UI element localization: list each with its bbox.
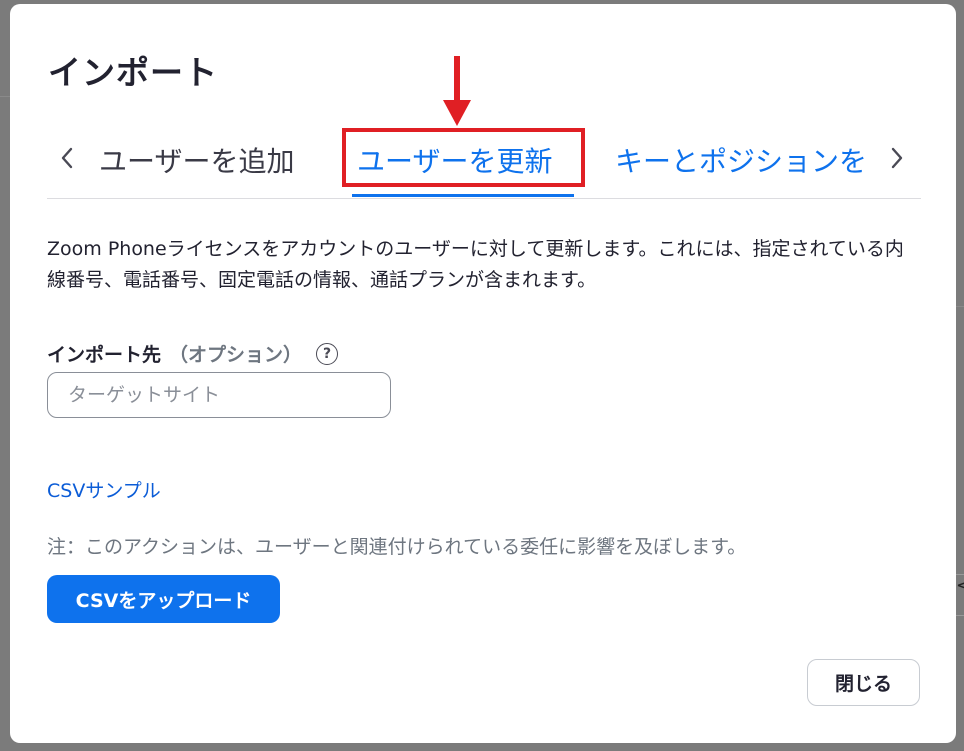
tab-add-user[interactable]: ユーザーを追加 [99,140,294,180]
dialog-description: Zoom Phoneライセンスをアカウントのユーザーに対して更新します。これには… [47,238,904,291]
csv-sample-link[interactable]: CSVサンプル [47,476,161,503]
target-site-input[interactable] [47,372,391,418]
background-divider [0,96,10,97]
import-target-label-text: インポート先 [47,344,162,366]
tab-update-user[interactable]: ユーザーを更新 [357,140,552,180]
background-divider [956,306,964,307]
import-target-label: インポート先 （オプション） ? [47,340,339,367]
question-circle-icon[interactable]: ? [316,342,339,365]
tab-keys-and-positions[interactable]: キーとポジションを [615,140,871,180]
delegation-note: 注：このアクションは、ユーザーと関連付けられている委任に影響を及ぼします。 [47,536,747,558]
dialog-title: インポート [48,53,218,92]
tab-bar: ユーザーを追加 ユーザーを更新 キーとポジションを [47,122,921,199]
chevron-right-icon[interactable] [885,142,909,174]
background-control-edge: < [956,574,964,616]
chevron-left-icon[interactable] [55,142,79,174]
annotation-arrow-shaft [454,56,460,104]
active-tab-indicator [352,194,574,197]
upload-csv-button[interactable]: CSVをアップロード [47,575,280,623]
close-button[interactable]: 閉じる [807,659,920,706]
import-dialog: インポート ユーザーを追加 ユーザーを更新 キーとポジションを Zoom Pho… [10,4,956,743]
chevron-left-icon-glyph [61,147,73,169]
import-target-optional: （オプション） [169,344,303,366]
annotation-arrow-icon [443,100,471,126]
chevron-right-icon-glyph [891,147,903,169]
